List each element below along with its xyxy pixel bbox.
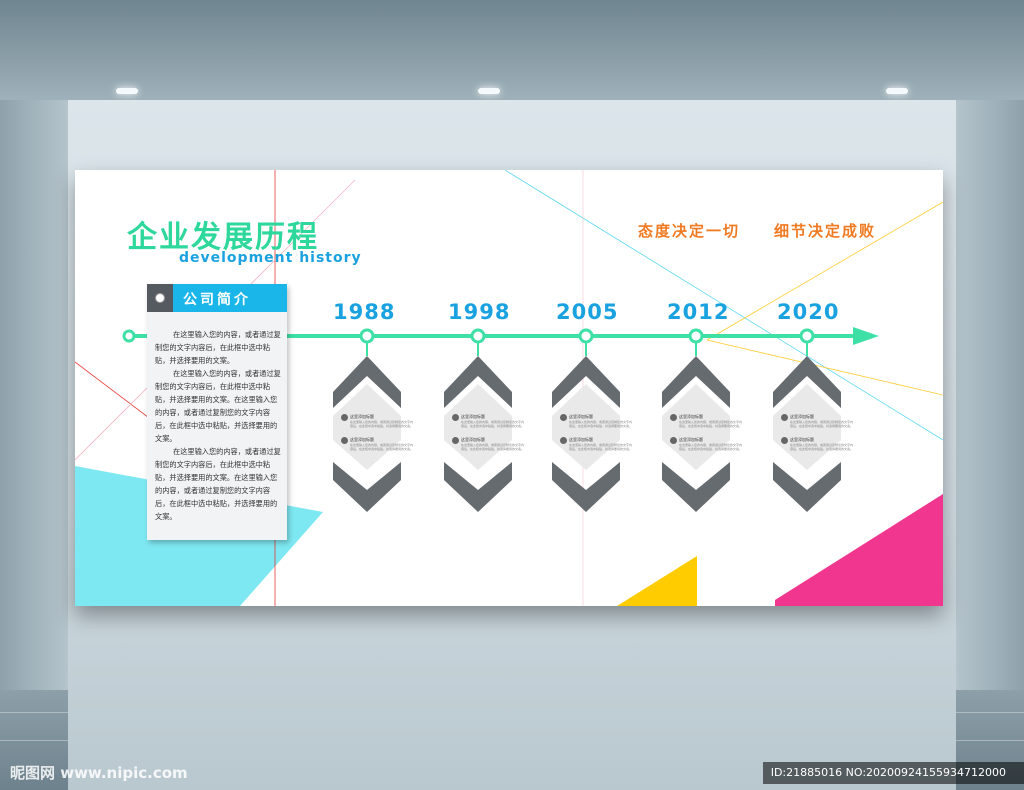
intro-paragraph: 在这里输入您的内容，或者通过复制您的文字内容后，在此框中选中粘贴，并选择要用的文…	[155, 369, 281, 443]
timeline-year: 2020	[777, 300, 840, 324]
ceiling	[0, 0, 1024, 100]
user-icon	[560, 437, 567, 444]
intro-paragraph: 在这里输入您的内容，或者通过复制您的文字内容后，在此框中选中粘贴，并选择要用的文…	[155, 330, 281, 365]
user-icon	[341, 437, 348, 444]
ceiling-light	[478, 88, 500, 94]
intro-heading: 公司简介	[183, 292, 251, 308]
card-row-text: 在这里输入您的内容，或者通过复制您的文字内容后，在此框中选中粘贴，并选择要用的文…	[350, 443, 414, 451]
timeline-year: 2005	[556, 300, 619, 324]
timeline-node	[359, 328, 375, 344]
card-row-text: 在这里输入您的内容，或者通过复制您的文字内容后，在此框中选中粘贴，并选择要用的文…	[461, 443, 525, 451]
slogan-right: 细节决定成败	[774, 222, 877, 240]
left-wall	[0, 100, 70, 700]
ceiling-light	[886, 88, 908, 94]
pink-triangle	[775, 494, 943, 606]
card-row-text: 在这里输入您的内容，或者通过复制您的文字内容后，在此框中选中粘贴，并选择要用的文…	[679, 420, 743, 428]
card-row-text: 在这里输入您的内容，或者通过复制您的文字内容后，在此框中选中粘贴，并选择要用的文…	[569, 420, 633, 428]
exhibition-board: 企业发展历程 development history 态度决定一切 细节决定成败…	[75, 170, 943, 606]
card-row-text: 在这里输入您的内容，或者通过复制您的文字内容后，在此框中选中粘贴，并选择要用的文…	[790, 420, 854, 428]
card-row-text: 在这里输入您的内容，或者通过复制您的文字内容后，在此框中选中粘贴，并选择要用的文…	[679, 443, 743, 451]
pin-icon	[155, 293, 165, 303]
user-icon	[781, 437, 788, 444]
timeline-node	[578, 328, 594, 344]
timeline-start-node	[122, 329, 136, 343]
user-icon	[341, 414, 348, 421]
company-intro-panel: 公司简介 在这里输入您的内容，或者通过复制您的文字内容后，在此框中选中粘贴，并选…	[147, 284, 287, 540]
ceiling-light	[116, 88, 138, 94]
timeline-node	[470, 328, 486, 344]
user-icon	[670, 414, 677, 421]
watermark-left: 昵图网 www.nipic.com	[10, 764, 188, 782]
intro-header: 公司简介	[147, 284, 287, 312]
card-row-text: 在这里输入您的内容，或者通过复制您的文字内容后，在此框中选中粘贴，并选择要用的文…	[569, 443, 633, 451]
scene-background: 企业发展历程 development history 态度决定一切 细节决定成败…	[0, 0, 1024, 790]
intro-paragraph: 在这里输入您的内容，或者通过复制您的文字内容后，在此框中选中粘贴，并选择要用的文…	[155, 447, 281, 521]
user-icon	[452, 414, 459, 421]
intro-tag	[147, 284, 173, 312]
timeline-year: 1998	[448, 300, 511, 324]
intro-body: 在这里输入您的内容，或者通过复制您的文字内容后，在此框中选中粘贴，并选择要用的文…	[155, 328, 281, 523]
timeline-year: 2012	[667, 300, 730, 324]
card-row-text: 在这里输入您的内容，或者通过复制您的文字内容后，在此框中选中粘贴，并选择要用的文…	[790, 443, 854, 451]
user-icon	[452, 437, 459, 444]
timeline-year: 1988	[333, 300, 396, 324]
timeline-node	[688, 328, 704, 344]
user-icon	[560, 414, 567, 421]
user-icon	[781, 414, 788, 421]
slogan-left: 态度决定一切	[638, 222, 741, 240]
page-subtitle: development history	[179, 250, 362, 266]
timeline-node	[799, 328, 815, 344]
intro-title-bar: 公司简介	[173, 284, 287, 312]
timeline-arrowhead	[853, 327, 879, 345]
right-wall	[954, 100, 1024, 700]
card-row-text: 在这里输入您的内容，或者通过复制您的文字内容后，在此框中选中粘贴，并选择要用的文…	[461, 420, 525, 428]
watermark-right: ID:21885016 NO:20200924155934712000	[762, 762, 1024, 784]
yellow-triangle	[617, 556, 697, 606]
user-icon	[670, 437, 677, 444]
card-row-text: 在这里输入您的内容，或者通过复制您的文字内容后，在此框中选中粘贴，并选择要用的文…	[350, 420, 414, 428]
